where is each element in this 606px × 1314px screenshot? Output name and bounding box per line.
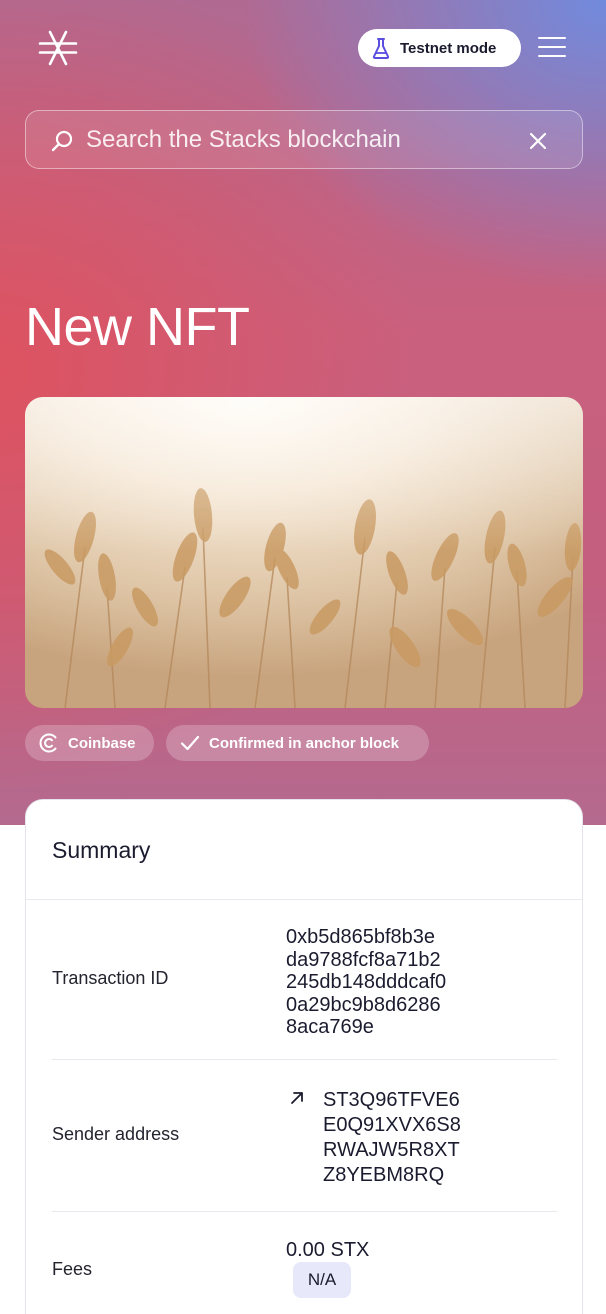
close-icon[interactable] — [526, 129, 550, 153]
nft-image — [25, 397, 583, 708]
divider — [52, 1059, 557, 1060]
summary-title: Summary — [52, 837, 151, 863]
transaction-id-label: Transaction ID — [52, 968, 169, 988]
divider — [52, 1211, 557, 1212]
fees-na-badge: N/A — [293, 1262, 351, 1298]
page-title: New NFT — [25, 297, 250, 357]
status-badge-label: Confirmed in anchor block — [209, 734, 400, 752]
divider — [26, 899, 582, 900]
fees-value: 0.00 STX — [286, 1239, 370, 1261]
transaction-id-line: 245db148dddcaf0 — [286, 971, 447, 993]
coinbase-badge-label: Coinbase — [68, 734, 136, 752]
sender-address-line: RWAJW5R8XT — [323, 1139, 460, 1161]
sender-address-line: E0Q91XVX6S8 — [323, 1114, 461, 1136]
testnet-mode-label: Testnet mode — [400, 39, 497, 57]
transaction-id-line: 0xb5d865bf8b3e — [286, 926, 436, 948]
coinbase-icon — [39, 733, 57, 753]
arrow-up-right-icon[interactable] — [289, 1090, 305, 1106]
sender-address-link[interactable]: ST3Q96TFVE6 E0Q91XVX6S8 RWAJW5R8XT Z8YEB… — [323, 1088, 493, 1188]
flask-icon — [372, 38, 390, 59]
sender-address-line: Z8YEBM8RQ — [323, 1164, 445, 1186]
search-input[interactable] — [86, 121, 516, 159]
stacks-logo-icon[interactable] — [38, 30, 78, 66]
sender-address-line: ST3Q96TFVE6 — [323, 1089, 460, 1111]
search-icon — [51, 130, 73, 152]
hero-background: Testnet mode New NFT — [0, 0, 606, 825]
transaction-id-line: 0a29bc9b8d6286 — [286, 993, 441, 1016]
fees-label: Fees — [52, 1259, 93, 1279]
hamburger-menu-icon[interactable] — [538, 37, 566, 59]
transaction-id-line: 8aca769e — [286, 1016, 374, 1038]
transaction-id-line: da9788fcf8a71b2 — [286, 948, 441, 971]
checkmark-icon — [180, 735, 200, 751]
summary-card: Summary Transaction ID 0xb5d865bf8b3e da… — [25, 799, 583, 1314]
transaction-id-value[interactable]: 0xb5d865bf8b3e da9788fcf8a71b2 245db148d… — [286, 926, 486, 1039]
sender-address-label: Sender address — [52, 1124, 180, 1144]
search-bar[interactable] — [25, 110, 583, 169]
status-badge: Confirmed in anchor block — [166, 725, 429, 761]
coinbase-badge: Coinbase — [25, 725, 154, 761]
testnet-mode-toggle[interactable]: Testnet mode — [358, 29, 521, 67]
